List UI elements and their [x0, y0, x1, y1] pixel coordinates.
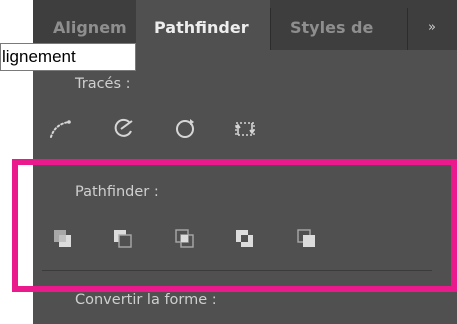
unite-icon[interactable]	[49, 225, 77, 253]
exclude-icon[interactable]	[231, 225, 259, 253]
alignement-tooltip: lignement	[0, 43, 136, 71]
swap-corners-icon[interactable]	[231, 114, 259, 142]
minus-front-icon[interactable]	[109, 225, 137, 253]
circle-cut-icon[interactable]	[109, 114, 137, 142]
intersect-icon[interactable]	[171, 225, 199, 253]
tab-pathfinder[interactable]: Pathfinder	[136, 0, 270, 50]
dashed-circle-arrow-icon[interactable]	[171, 114, 199, 142]
tab-styles[interactable]: Styles de	[270, 0, 407, 50]
section-divider	[42, 270, 432, 271]
convert-shape-section-label: Convertir la forme :	[75, 292, 217, 308]
pathfinder-section-label: Pathfinder :	[75, 184, 159, 200]
screenshot-stage: Alignem Pathfinder Styles de » Tracés :	[0, 0, 457, 324]
dotted-curve-path-icon[interactable]	[47, 114, 75, 142]
double-chevron-right-icon[interactable]: »	[407, 0, 457, 50]
divide-corner-icon[interactable]	[293, 225, 321, 253]
traces-section-label: Tracés :	[75, 76, 131, 92]
